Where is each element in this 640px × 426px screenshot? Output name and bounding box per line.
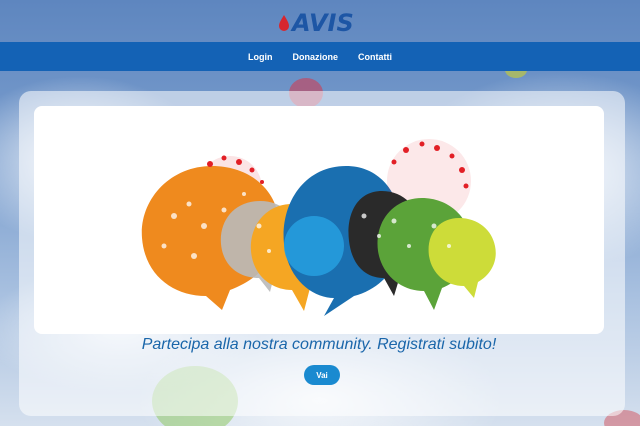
blood-drop-icon bbox=[279, 15, 289, 31]
vai-button[interactable]: Vai bbox=[304, 365, 340, 385]
nav-donazione-link[interactable]: Donazione bbox=[282, 52, 348, 62]
site-header: AVIS bbox=[0, 0, 640, 42]
avis-logo[interactable]: AVIS bbox=[277, 9, 354, 37]
community-tagline: Partecipa alla nostra community. Registr… bbox=[141, 336, 497, 353]
logo-text: AVIS bbox=[292, 9, 354, 37]
nav-login-link[interactable]: Login bbox=[238, 52, 283, 62]
hero-card bbox=[34, 106, 604, 334]
main-navigation: Login Donazione Contatti bbox=[0, 42, 640, 71]
nav-contatti-link[interactable]: Contatti bbox=[348, 52, 402, 62]
community-bubbles-illustration bbox=[141, 139, 496, 316]
light-blue-overlap bbox=[284, 216, 344, 276]
